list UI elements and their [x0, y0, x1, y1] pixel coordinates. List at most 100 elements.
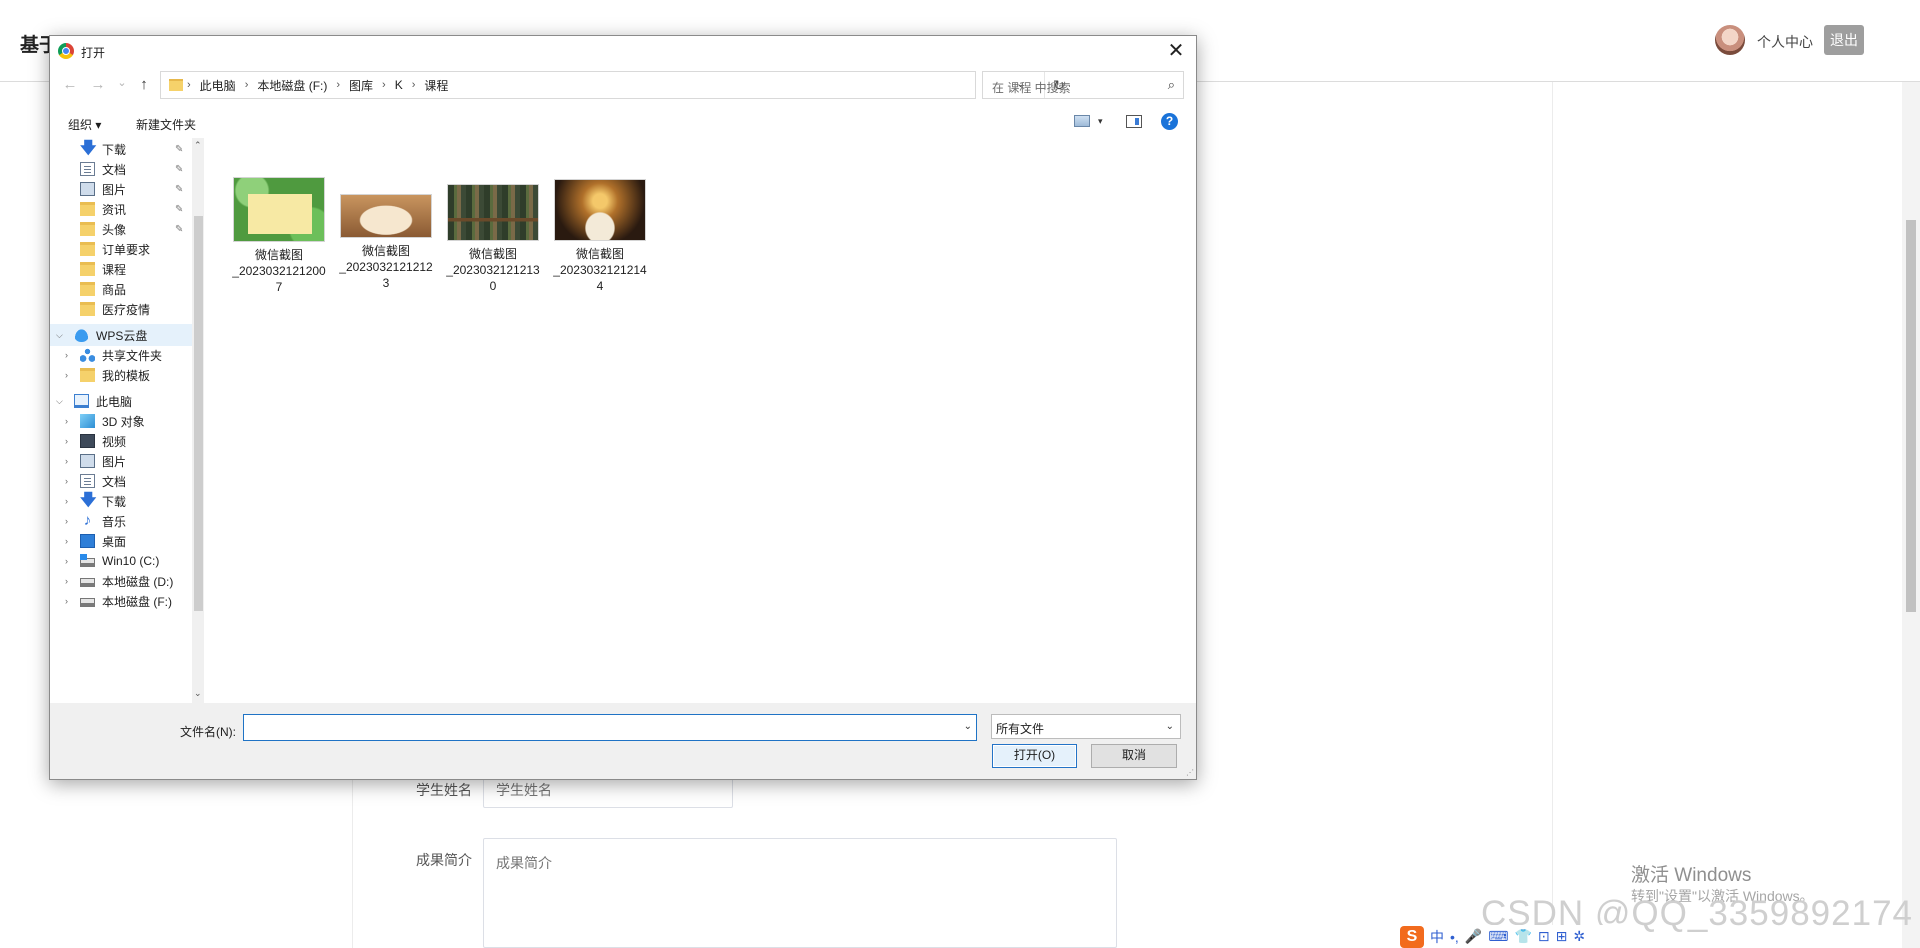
new-folder-button[interactable]: 新建文件夹 — [136, 116, 196, 133]
breadcrumb-item[interactable]: K — [395, 78, 403, 92]
nav-item-desktop[interactable]: › 桌面 — [50, 530, 204, 552]
ime-toolbox-icon[interactable]: ⊡ — [1538, 928, 1550, 945]
organize-button[interactable]: 组织 ▾ — [68, 116, 101, 133]
view-mode-icon[interactable] — [1074, 115, 1090, 127]
nav-item-goods[interactable]: 商品 — [50, 278, 204, 300]
chevron-down-icon[interactable]: ⌵ — [56, 330, 63, 341]
nav-item-drive-f[interactable]: › 本地磁盘 (F:) — [50, 590, 204, 612]
nav-item-pc-downloads[interactable]: › 🡇 下载 — [50, 490, 204, 512]
nav-item-shared-folder[interactable]: › 共享文件夹 — [50, 344, 204, 366]
3d-objects-icon — [80, 414, 95, 428]
chevron-right-icon[interactable]: › — [65, 370, 68, 380]
filename-input[interactable]: ⌄ — [243, 714, 977, 741]
nav-item-orders[interactable]: 订单要求 — [50, 238, 204, 260]
chevron-down-icon[interactable]: ⌄ — [964, 721, 972, 732]
chevron-right-icon[interactable]: › — [65, 496, 68, 506]
cancel-button[interactable]: 取消 — [1091, 744, 1177, 768]
share-icon — [80, 348, 95, 362]
ime-settings-icon[interactable]: ✲ — [1573, 928, 1585, 945]
preview-pane-icon[interactable] — [1126, 115, 1142, 128]
breadcrumb-item[interactable]: 本地磁盘 (F:) — [257, 77, 327, 94]
chevron-right-icon[interactable]: › — [65, 576, 68, 586]
chevron-right-icon[interactable]: › — [65, 536, 68, 546]
resize-grip-icon[interactable]: ⋰ — [1186, 768, 1194, 777]
ime-chinese-mode[interactable]: 中 — [1430, 927, 1444, 947]
breadcrumb-item[interactable]: 图库 — [349, 77, 373, 94]
nav-item-avatar[interactable]: 头像 ✎ — [50, 218, 204, 240]
nav-item-documents[interactable]: 文档 ✎ — [50, 158, 204, 180]
forward-arrow-icon[interactable]: → — [88, 76, 108, 93]
chevron-right-icon[interactable]: › — [65, 596, 68, 606]
breadcrumb-item[interactable]: 此电脑 — [200, 77, 236, 94]
nav-item-pictures[interactable]: 图片 ✎ — [50, 178, 204, 200]
open-button[interactable]: 打开(O) — [992, 744, 1077, 768]
chevron-down-icon[interactable]: ⌄ — [1166, 721, 1174, 732]
address-bar[interactable]: › 此电脑 › 本地磁盘 (F:) › 图库 › K › 课程 ⌄ ↻ — [160, 71, 1065, 99]
nav-scrollbar-thumb[interactable] — [194, 216, 203, 611]
filetype-select[interactable]: 所有文件 ⌄ — [991, 714, 1181, 739]
chevron-right-icon[interactable]: › — [65, 436, 68, 446]
file-item[interactable]: 微信截图 _2023032121212 3 — [336, 176, 436, 291]
pin-icon: ✎ — [175, 163, 184, 175]
ime-voice-icon[interactable]: 🎤 — [1465, 928, 1482, 945]
scroll-down-icon[interactable]: ⌄ — [194, 688, 202, 699]
nav-item-videos[interactable]: › 视频 — [50, 430, 204, 452]
nav-item-drive-d[interactable]: › 本地磁盘 (D:) — [50, 570, 204, 592]
search-input[interactable]: 在 课程 中搜索 ⌕ — [982, 71, 1184, 99]
nav-item-wps-cloud[interactable]: ⌵ WPS云盘 — [50, 324, 192, 346]
chevron-down-icon[interactable]: ⌵ — [56, 396, 63, 407]
folder-icon — [80, 302, 95, 316]
breadcrumb-separator[interactable]: › — [336, 79, 340, 91]
chevron-right-icon[interactable]: › — [65, 556, 68, 566]
nav-item-news[interactable]: 资讯 ✎ — [50, 198, 204, 220]
ime-skin-icon[interactable]: 👕 — [1514, 928, 1531, 945]
summary-textarea[interactable] — [483, 838, 1117, 948]
breadcrumb-item[interactable]: 课程 — [424, 77, 448, 94]
chevron-right-icon[interactable]: › — [65, 350, 68, 360]
file-item[interactable]: 微信截图 _2023032121214 4 — [550, 176, 650, 294]
nav-item-drive-c[interactable]: › Win10 (C:) — [50, 550, 204, 572]
search-placeholder: 在 课程 中搜索 — [992, 81, 1071, 95]
user-center-link[interactable]: 个人中心 — [1757, 32, 1813, 52]
scroll-up-icon[interactable]: ⌃ — [194, 140, 202, 151]
nav-item-courses[interactable]: 课程 — [50, 258, 204, 280]
back-arrow-icon[interactable]: ← — [60, 76, 80, 93]
nav-item-pc-pictures[interactable]: › 图片 — [50, 450, 204, 472]
ime-grid-icon[interactable]: ⊞ — [1556, 928, 1568, 945]
page-scrollbar-thumb[interactable] — [1906, 220, 1916, 612]
up-arrow-icon[interactable]: ↑ — [134, 76, 154, 93]
navigation-pane[interactable]: 🡇 下载 ✎ 文档 ✎ 图片 ✎ 资讯 ✎ 头像 ✎ 订单要求 课程 商品 医疗… — [50, 138, 204, 703]
file-item[interactable]: 微信截图 _2023032121213 0 — [443, 176, 543, 294]
help-icon[interactable]: ? — [1161, 113, 1178, 130]
avatar[interactable] — [1715, 25, 1745, 55]
nav-item-music[interactable]: › ♪ 音乐 — [50, 510, 204, 532]
chevron-right-icon[interactable]: › — [65, 416, 68, 426]
sogou-ime-icon[interactable]: S — [1400, 925, 1424, 948]
view-options-arrow[interactable]: ▾ — [1098, 116, 1103, 127]
dialog-titlebar[interactable]: 打开 ✕ — [50, 36, 1196, 66]
chevron-right-icon[interactable]: › — [65, 476, 68, 486]
nav-item-this-pc[interactable]: ⌵ 此电脑 — [50, 390, 204, 412]
chevron-right-icon[interactable]: › — [65, 456, 68, 466]
breadcrumb-separator[interactable]: › — [245, 79, 249, 91]
logout-button[interactable]: 退出 — [1824, 25, 1864, 55]
nav-item-downloads[interactable]: 🡇 下载 ✎ — [50, 138, 204, 160]
close-icon[interactable]: ✕ — [1156, 36, 1196, 66]
ime-keyboard-icon[interactable]: ⌨ — [1488, 928, 1508, 945]
breadcrumb-separator[interactable]: › — [412, 79, 416, 91]
file-item[interactable]: 微信截图 _2023032121200 7 — [229, 176, 329, 295]
nav-item-label: 商品 — [102, 282, 127, 297]
nav-item-my-templates[interactable]: › 我的模板 — [50, 364, 204, 386]
nav-item-3d-objects[interactable]: › 3D 对象 — [50, 410, 204, 432]
ime-punctuation-icon[interactable]: •, — [1450, 929, 1459, 945]
dialog-toolbar: 组织 ▾ 新建文件夹 ▾ ? — [50, 108, 1196, 138]
file-list-pane[interactable]: 微信截图 _2023032121200 7 微信截图 _202303212121… — [207, 138, 1196, 703]
nav-item-label: 本地磁盘 (D:) — [102, 574, 174, 589]
search-icon[interactable]: ⌕ — [1168, 77, 1175, 93]
chevron-right-icon[interactable]: › — [65, 516, 68, 526]
breadcrumb-separator[interactable]: › — [382, 79, 386, 91]
nav-item-medical[interactable]: 医疗疫情 — [50, 298, 204, 320]
ime-toolbar[interactable]: S 中 •, 🎤 ⌨ 👕 ⊡ ⊞ ✲ — [1396, 925, 1624, 948]
nav-item-pc-documents[interactable]: › 文档 — [50, 470, 204, 492]
recent-locations-icon[interactable]: ⌄ — [112, 76, 132, 89]
